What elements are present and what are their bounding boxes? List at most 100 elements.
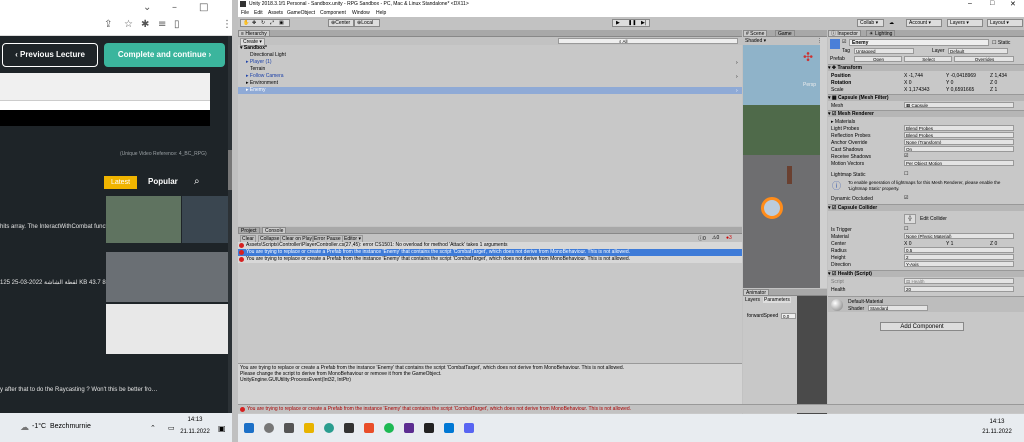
account-dropdown[interactable]: Account ▾ — [906, 19, 942, 27]
lightmap-static-checkbox[interactable]: ☐ — [904, 171, 908, 177]
health-script-header[interactable]: ▾ ☑ Health (Script) — [828, 270, 1024, 277]
direction-dropdown[interactable]: Y-Axis — [904, 261, 1014, 267]
pause-icon[interactable]: ❚❚ — [628, 20, 636, 26]
complete-continue-button[interactable]: Complete and continue › — [104, 43, 225, 67]
file-explorer-icon[interactable] — [304, 423, 314, 433]
hierarchy-item-directional-light[interactable]: Directional Light — [250, 52, 286, 59]
tab-hierarchy[interactable]: ≡ Hierarchy — [238, 30, 270, 37]
console-row-selected[interactable]: You are trying to replace or create a Pr… — [238, 249, 742, 256]
chevron-right-icon[interactable]: › — [736, 74, 738, 80]
rotation-z[interactable]: Z 0 — [990, 80, 997, 86]
extensions-icon[interactable]: ✱ — [141, 19, 149, 31]
persp-label[interactable]: Persp — [803, 82, 816, 88]
layout-dropdown[interactable]: Layout ▾ — [987, 19, 1023, 27]
post-thumbnail-3[interactable] — [106, 252, 228, 302]
scale-x[interactable]: X 1,174343 — [904, 87, 930, 93]
transform-header[interactable]: ▾ ✥ Transform — [828, 64, 1024, 71]
vscode-icon[interactable] — [444, 423, 454, 433]
search-icon[interactable]: ⌕ — [194, 176, 200, 187]
add-component-button[interactable]: Add Component — [880, 322, 964, 331]
cast-shadows-dropdown[interactable]: On — [904, 146, 1014, 152]
play-icon[interactable]: ▶ — [616, 20, 620, 26]
gameobject-name-input[interactable]: Enemy — [849, 39, 989, 46]
unity-status-bar[interactable]: You are trying to replace or create a Pr… — [238, 404, 1024, 413]
spotify-icon[interactable] — [384, 423, 394, 433]
video-controls-bar[interactable] — [0, 110, 210, 126]
dynamic-occluded-checkbox[interactable]: ☑ — [904, 195, 908, 201]
clock-time[interactable]: 14:13 — [180, 417, 210, 423]
menu-file[interactable]: File — [241, 10, 249, 16]
height-input[interactable]: 2 — [904, 254, 1014, 260]
weather-location[interactable]: Bezchmurnie — [50, 423, 91, 430]
rotation-x[interactable]: X 0 — [904, 80, 912, 86]
unity-hub-icon[interactable] — [424, 423, 434, 433]
static-checkbox[interactable]: ☐ Static — [992, 40, 1010, 46]
move-tool-icon[interactable]: ✥ — [252, 20, 256, 26]
info-count[interactable]: ⓘ0 — [698, 235, 706, 242]
menu-dots-icon[interactable]: ⋮ — [222, 19, 232, 31]
tab-lighting[interactable]: ☀ Lighting — [866, 30, 896, 37]
scale-y[interactable]: Y 0,6591665 — [946, 87, 974, 93]
minimize-icon[interactable]: – — [968, 0, 972, 7]
script-field[interactable]: ▤ Health — [904, 278, 1014, 284]
store-icon[interactable] — [344, 423, 354, 433]
mesh-filter-header[interactable]: ▾ ▦ Capsule (Mesh Filter) — [828, 94, 1024, 101]
parameter-name[interactable]: forwardSpeed — [747, 313, 778, 319]
error-count[interactable]: ●3 — [726, 235, 732, 241]
hierarchy-item-enemy[interactable]: ▸ Enemy › — [238, 87, 742, 94]
share-icon[interactable]: ⇪ — [104, 19, 112, 31]
reading-list-icon[interactable]: ≡ — [158, 19, 166, 31]
position-y[interactable]: Y -0,0418969 — [946, 73, 976, 79]
tab-project[interactable]: Project — [238, 227, 260, 234]
forum-post-3[interactable]: y after that to do the Raycasting ? Won'… — [0, 387, 157, 393]
position-x[interactable]: X -1,744 — [904, 73, 923, 79]
shader-dropdown[interactable]: Standard — [868, 305, 928, 311]
hierarchy-item-player[interactable]: ▸ Player (1) — [246, 59, 272, 66]
menu-assets[interactable]: Assets — [268, 10, 283, 16]
mesh-field[interactable]: ▦ Capsule — [904, 102, 1014, 108]
post-thumbnail-1[interactable] — [106, 196, 181, 243]
collab-button[interactable]: Collab ▾ — [857, 19, 884, 27]
scale-tool-icon[interactable]: ⤢ — [270, 20, 274, 26]
minimize-icon[interactable]: – — [172, 2, 177, 14]
tab-layers[interactable]: Layers — [745, 297, 760, 303]
notification-icon[interactable]: ▣ — [218, 424, 226, 433]
step-icon[interactable]: ▶| — [641, 20, 647, 26]
rect-tool-icon[interactable]: ▣ — [279, 20, 284, 26]
motion-vectors-dropdown[interactable]: Per Object Motion — [904, 160, 1014, 166]
tab-console[interactable]: Console — [262, 227, 287, 234]
edit-collider-label[interactable]: Edit Collider — [920, 216, 947, 222]
menu-edit[interactable]: Edit — [254, 10, 263, 16]
layers-dropdown[interactable]: Layers ▾ — [947, 19, 983, 27]
player-character[interactable] — [787, 166, 792, 184]
chevron-right-icon[interactable]: › — [736, 88, 738, 94]
health-input[interactable]: 20 — [904, 286, 1014, 292]
tray-arrow-icon[interactable]: ⌃ — [150, 424, 156, 432]
start-icon[interactable] — [244, 423, 254, 433]
tab-animator[interactable]: Animator — [743, 289, 770, 296]
post-thumbnail-4[interactable] — [106, 304, 228, 354]
clock-time[interactable]: 14:13 — [982, 419, 1012, 425]
menu-window[interactable]: Window — [352, 10, 370, 16]
maximize-icon[interactable]: □ — [990, 0, 994, 7]
transform-tools[interactable]: ✋ ✥ ↻ ⤢ ▣ — [240, 19, 290, 27]
radius-input[interactable]: 0.5 — [904, 247, 1014, 253]
chevron-right-icon[interactable]: › — [736, 60, 738, 66]
rotation-y[interactable]: Y 0 — [946, 80, 953, 86]
hierarchy-search-input[interactable]: ⌕ All — [558, 38, 738, 44]
tab-scene[interactable]: # Scene — [743, 30, 768, 37]
menu-help[interactable]: Help — [376, 10, 386, 16]
maximize-icon[interactable]: □ — [199, 2, 208, 14]
chevron-down-icon[interactable]: ⌄ — [143, 2, 151, 14]
hierarchy-item-follow-camera[interactable]: ▸ Follow Camera — [246, 73, 284, 80]
clock-date[interactable]: 21.11.2022 — [978, 429, 1016, 435]
hierarchy-item-environment[interactable]: ▸ Environment — [246, 80, 278, 87]
edge-icon[interactable] — [324, 423, 334, 433]
discord-icon[interactable] — [464, 423, 474, 433]
clock-date[interactable]: 21.11.2022 — [176, 429, 214, 435]
latest-tab[interactable]: Latest — [104, 176, 137, 189]
sidepanel-icon[interactable]: ▯ — [174, 19, 180, 31]
scene-gizmo-icon[interactable]: ✣ — [803, 50, 821, 72]
tab-parameters[interactable]: Parameters — [763, 297, 791, 303]
hand-tool-icon[interactable]: ✋ — [243, 20, 249, 26]
